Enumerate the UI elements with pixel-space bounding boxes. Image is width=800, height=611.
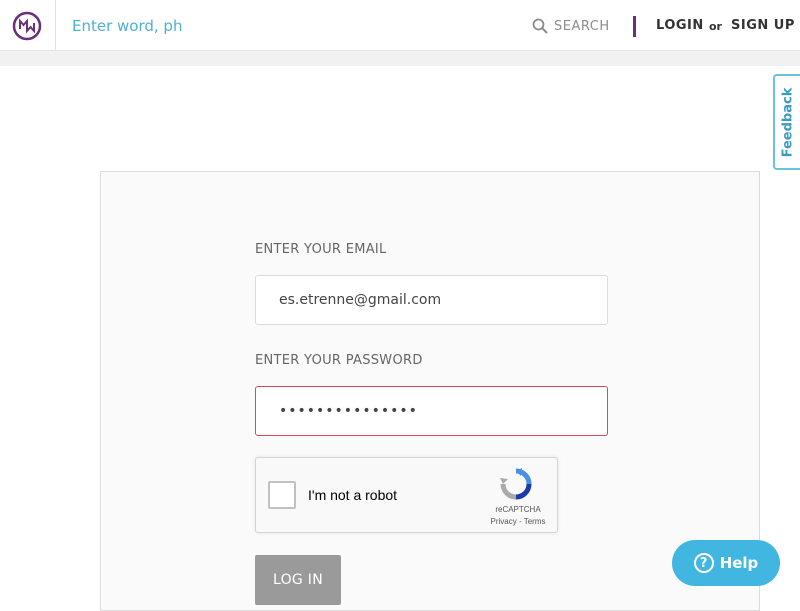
search-button[interactable]: SEARCH — [532, 16, 610, 36]
recaptcha-checkbox[interactable] — [268, 481, 296, 509]
password-field[interactable] — [255, 386, 608, 436]
recaptcha-brand: reCAPTCHA — [495, 505, 541, 514]
recaptcha-links[interactable]: Privacy - Terms — [482, 517, 554, 526]
logo-icon — [12, 11, 42, 41]
search-button-label: SEARCH — [554, 18, 610, 34]
login-link[interactable]: LOGIN — [656, 18, 704, 33]
help-label: Help — [719, 554, 759, 572]
search-icon — [532, 18, 548, 34]
search-input[interactable] — [72, 14, 472, 38]
sub-header-bar — [0, 52, 800, 66]
recaptcha-widget: I'm not a robot reCAPTCHA Privacy - Term… — [255, 457, 558, 533]
feedback-label: Feedback — [780, 87, 796, 157]
login-panel: ENTER YOUR EMAIL ENTER YOUR PASSWORD I'm… — [100, 171, 760, 611]
site-logo[interactable] — [0, 0, 56, 51]
recaptcha-label: I'm not a robot — [308, 487, 398, 503]
top-header: SEARCH LOGIN or SIGN UP — [0, 0, 800, 51]
login-button[interactable]: LOG IN — [255, 555, 341, 605]
or-text: or — [709, 20, 722, 33]
question-icon: ? — [693, 553, 714, 573]
email-label: ENTER YOUR EMAIL — [255, 242, 387, 257]
password-label: ENTER YOUR PASSWORD — [255, 353, 423, 368]
recaptcha-icon — [500, 468, 532, 500]
help-button[interactable]: ? Help — [672, 540, 780, 586]
signup-link[interactable]: SIGN UP — [731, 18, 795, 33]
feedback-tab[interactable]: Feedback — [773, 74, 800, 170]
header-divider — [633, 16, 636, 37]
email-field[interactable] — [255, 275, 608, 325]
